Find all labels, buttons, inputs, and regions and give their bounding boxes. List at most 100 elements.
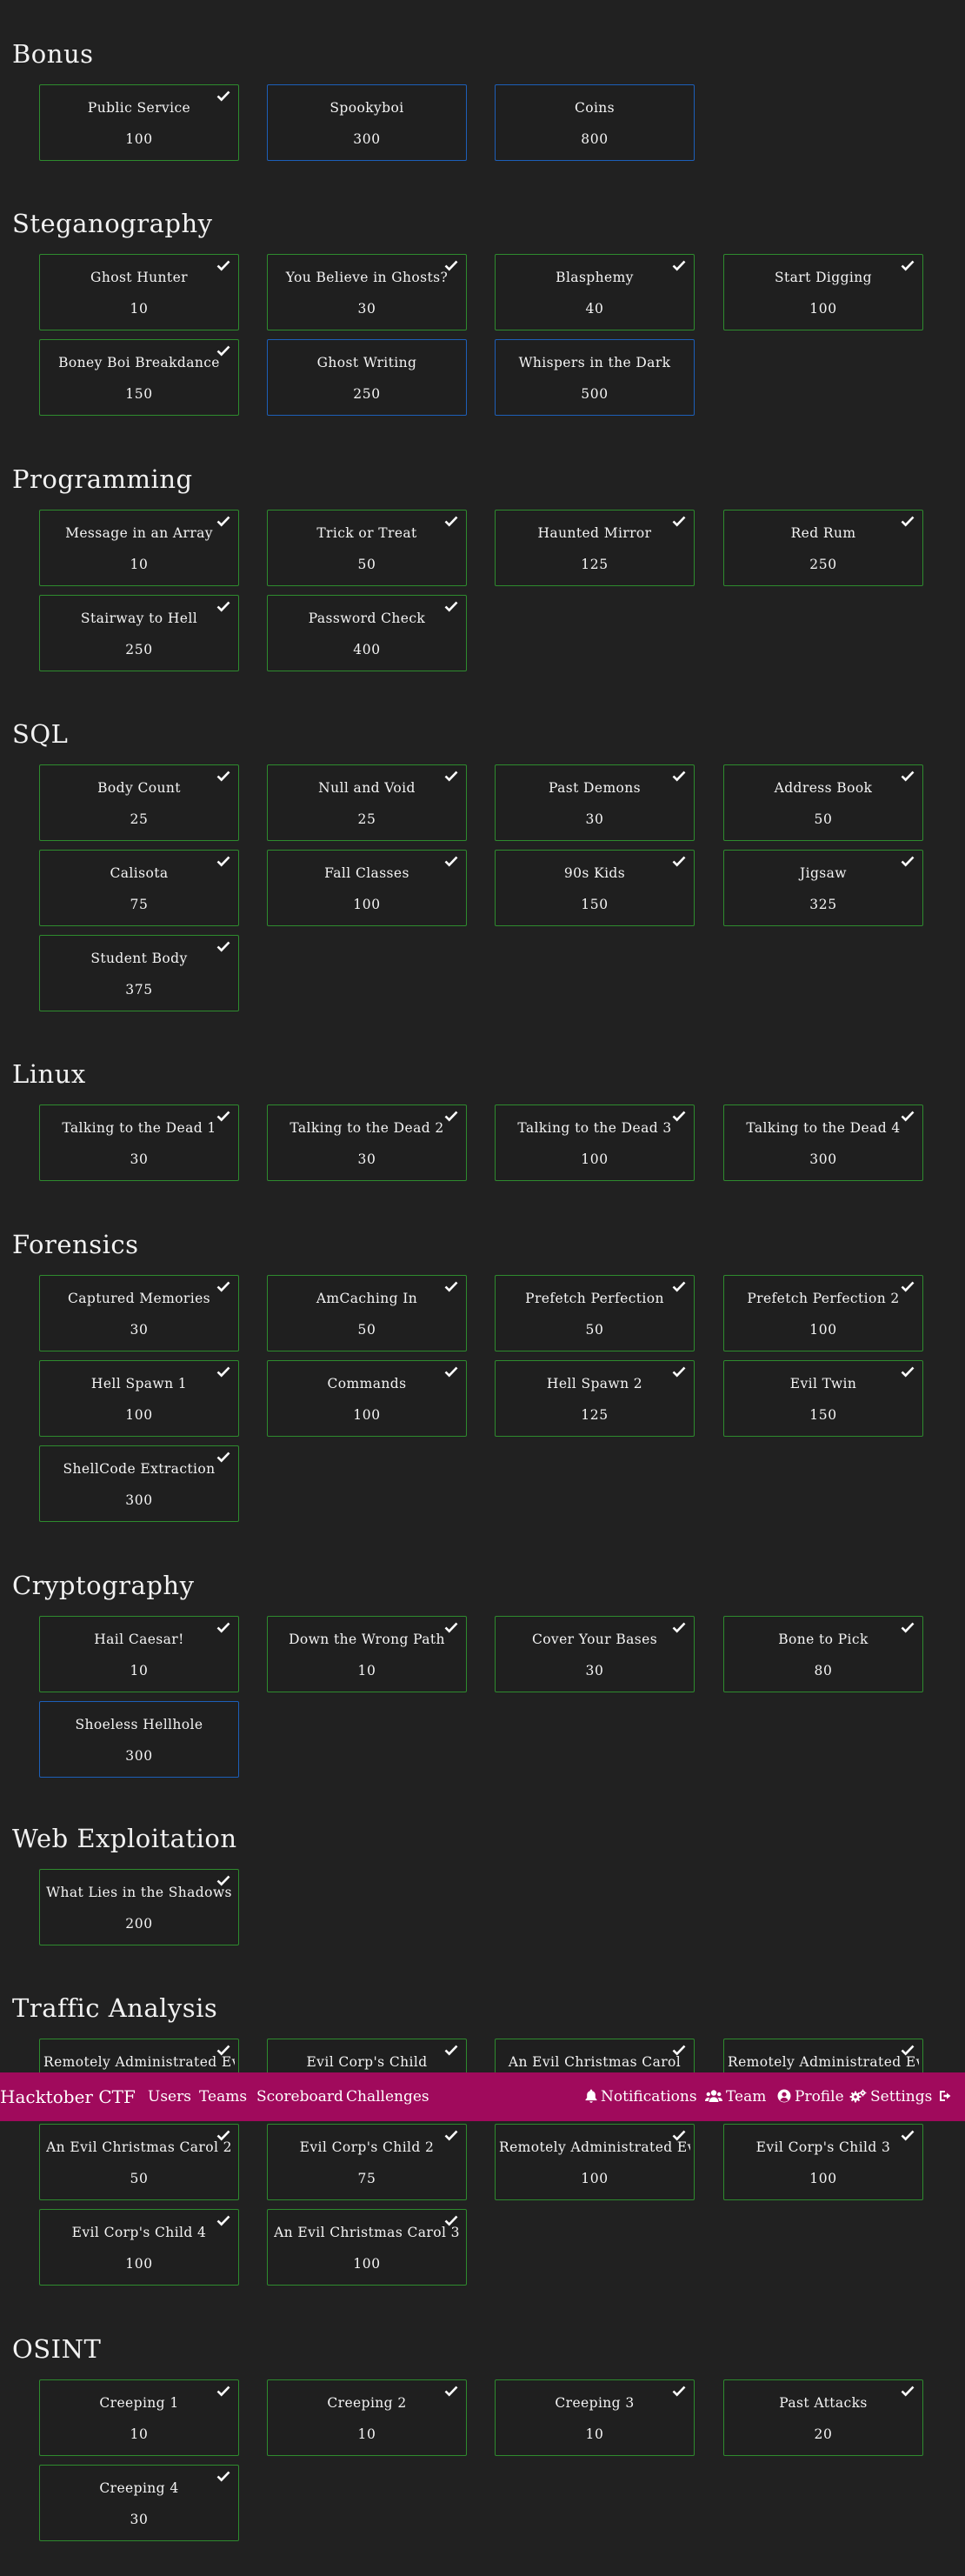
challenge-name: Creeping 1	[99, 2395, 179, 2411]
challenge-card-cover-your-bases[interactable]: Cover Your Bases 30	[495, 1616, 695, 1692]
challenge-card-creeping-4[interactable]: Creeping 4 30	[39, 2465, 239, 2541]
challenge-value: 100	[809, 301, 837, 317]
challenge-card-hail-caesar[interactable]: Hail Caesar! 10	[39, 1616, 239, 1692]
challenge-card-evil-twin[interactable]: Evil Twin 150	[723, 1360, 923, 1437]
challenge-card-amcaching-in[interactable]: AmCaching In 50	[267, 1275, 467, 1351]
challenge-card-haunted-mirror[interactable]: Haunted Mirror 125	[495, 510, 695, 586]
challenge-card-evil-corp-s-child-4[interactable]: Evil Corp's Child 4 100	[39, 2209, 239, 2286]
challenge-card-shoeless-hellhole[interactable]: Shoeless Hellhole 300	[39, 1701, 239, 1778]
nav-notifications[interactable]: Notifications	[585, 2088, 697, 2106]
challenge-card-stairway-to-hell[interactable]: Stairway to Hell 250	[39, 595, 239, 671]
challenge-card-creeping-2[interactable]: Creeping 2 10	[267, 2379, 467, 2456]
challenge-name: Blasphemy	[556, 270, 634, 285]
check-icon	[444, 516, 458, 527]
challenge-name: 90s Kids	[563, 865, 626, 881]
check-icon	[216, 516, 230, 527]
challenge-card-boney-boi-breakdance[interactable]: Boney Boi Breakdance 150	[39, 339, 239, 416]
challenge-card-creeping-3[interactable]: Creeping 3 10	[495, 2379, 695, 2456]
challenge-name: Remotely Administrated Ev	[43, 2054, 235, 2070]
challenge-card-down-the-wrong-path[interactable]: Down the Wrong Path 10	[267, 1616, 467, 1692]
challenge-value: 50	[357, 1322, 376, 1338]
challenge-card-what-lies-in-the-shadows[interactable]: What Lies in the Shadows 200	[39, 1869, 239, 1945]
challenge-name: Trick or Treat	[316, 525, 417, 541]
challenge-card-address-book[interactable]: Address Book 50	[723, 764, 923, 841]
nav-logout[interactable]	[939, 2088, 958, 2106]
challenge-card-spookyboi[interactable]: Spookyboi 300	[267, 84, 467, 161]
challenge-card-commands[interactable]: Commands 100	[267, 1360, 467, 1437]
check-icon	[672, 2045, 686, 2056]
brand-logo[interactable]: Hacktober CTF	[0, 2086, 136, 2107]
challenge-card-null-and-void[interactable]: Null and Void 25	[267, 764, 467, 841]
user-circle-icon	[777, 2089, 791, 2103]
challenge-card-remotely-administrated-ev[interactable]: Remotely Administrated Ev 100	[495, 2124, 695, 2200]
challenge-card-an-evil-christmas-carol-2[interactable]: An Evil Christmas Carol 2 50	[39, 2124, 239, 2200]
nav-settings[interactable]: Settings	[849, 2088, 932, 2106]
challenge-name: Whispers in the Dark	[518, 355, 671, 370]
nav-scoreboard[interactable]: Scoreboard	[256, 2088, 343, 2106]
challenge-value: 150	[581, 897, 609, 912]
challenge-card-an-evil-christmas-carol-3[interactable]: An Evil Christmas Carol 3 100	[267, 2209, 467, 2286]
challenge-card-you-believe-in-ghosts[interactable]: You Believe in Ghosts? 30	[267, 254, 467, 330]
check-icon	[444, 2215, 458, 2226]
challenge-card-talking-to-the-dead-3[interactable]: Talking to the Dead 3 100	[495, 1104, 695, 1181]
challenge-name: Address Book	[774, 780, 873, 796]
challenge-card-hell-spawn-1[interactable]: Hell Spawn 1 100	[39, 1360, 239, 1437]
challenge-card-body-count[interactable]: Body Count 25	[39, 764, 239, 841]
challenge-card-prefetch-perfection-2[interactable]: Prefetch Perfection 2 100	[723, 1275, 923, 1351]
nav-profile[interactable]: Profile	[777, 2088, 844, 2106]
challenge-value: 500	[581, 386, 609, 402]
challenge-card-trick-or-treat[interactable]: Trick or Treat 50	[267, 510, 467, 586]
check-icon	[444, 260, 458, 271]
challenge-name: Hail Caesar!	[94, 1632, 184, 1647]
nav-team[interactable]: Team	[705, 2088, 766, 2106]
challenge-card-talking-to-the-dead-4[interactable]: Talking to the Dead 4 300	[723, 1104, 923, 1181]
challenge-name: Fall Classes	[324, 865, 409, 881]
challenge-card-jigsaw[interactable]: Jigsaw 325	[723, 850, 923, 926]
challenge-card-hell-spawn-2[interactable]: Hell Spawn 2 125	[495, 1360, 695, 1437]
challenge-card-past-demons[interactable]: Past Demons 30	[495, 764, 695, 841]
challenge-card-red-rum[interactable]: Red Rum 250	[723, 510, 923, 586]
challenge-card-password-check[interactable]: Password Check 400	[267, 595, 467, 671]
challenge-value: 30	[130, 1151, 149, 1167]
bell-icon	[585, 2089, 597, 2103]
challenge-card-bone-to-pick[interactable]: Bone to Pick 80	[723, 1616, 923, 1692]
challenge-card-shellcode-extraction[interactable]: ShellCode Extraction 300	[39, 1445, 239, 1522]
challenge-name: Ghost Writing	[316, 355, 417, 370]
challenge-card-evil-corp-s-child-2[interactable]: Evil Corp's Child 2 75	[267, 2124, 467, 2200]
challenge-card-talking-to-the-dead-2[interactable]: Talking to the Dead 2 30	[267, 1104, 467, 1181]
challenge-card-ghost-writing[interactable]: Ghost Writing 250	[267, 339, 467, 416]
challenge-card-message-in-an-array[interactable]: Message in an Array 10	[39, 510, 239, 586]
challenge-card-coins[interactable]: Coins 800	[495, 84, 695, 161]
check-icon	[216, 1111, 230, 1122]
challenge-card-fall-classes[interactable]: Fall Classes 100	[267, 850, 467, 926]
challenge-card-past-attacks[interactable]: Past Attacks 20	[723, 2379, 923, 2456]
challenge-card-blasphemy[interactable]: Blasphemy 40	[495, 254, 695, 330]
challenge-card-talking-to-the-dead-1[interactable]: Talking to the Dead 1 30	[39, 1104, 239, 1181]
challenge-card-whispers-in-the-dark[interactable]: Whispers in the Dark 500	[495, 339, 695, 416]
challenge-card-captured-memories[interactable]: Captured Memories 30	[39, 1275, 239, 1351]
check-icon	[901, 1366, 915, 1378]
check-icon	[444, 1281, 458, 1292]
challenge-name: Creeping 2	[327, 2395, 407, 2411]
challenge-card-calisota[interactable]: Calisota 75	[39, 850, 239, 926]
nav-challenges[interactable]: Challenges	[346, 2088, 429, 2106]
challenge-value: 50	[130, 2171, 149, 2186]
challenge-name: What Lies in the Shadows	[46, 1885, 232, 1900]
challenge-name: Commands	[327, 1376, 407, 1391]
check-icon	[901, 1622, 915, 1633]
challenge-name: Talking to the Dead 3	[517, 1120, 672, 1136]
check-icon	[444, 1111, 458, 1122]
challenge-card-prefetch-perfection[interactable]: Prefetch Perfection 50	[495, 1275, 695, 1351]
challenge-card-public-service[interactable]: Public Service 100	[39, 84, 239, 161]
challenge-name: Coins	[574, 100, 616, 116]
challenge-value: 250	[809, 557, 837, 572]
challenge-name: Down the Wrong Path	[289, 1632, 445, 1647]
challenge-card-start-digging[interactable]: Start Digging 100	[723, 254, 923, 330]
challenge-card-ghost-hunter[interactable]: Ghost Hunter 10	[39, 254, 239, 330]
nav-users[interactable]: Users	[148, 2088, 191, 2106]
nav-teams[interactable]: Teams	[199, 2088, 247, 2106]
challenge-card-student-body[interactable]: Student Body 375	[39, 935, 239, 1011]
challenge-card-90s-kids[interactable]: 90s Kids 150	[495, 850, 695, 926]
challenge-card-evil-corp-s-child-3[interactable]: Evil Corp's Child 3 100	[723, 2124, 923, 2200]
challenge-card-creeping-1[interactable]: Creeping 1 10	[39, 2379, 239, 2456]
